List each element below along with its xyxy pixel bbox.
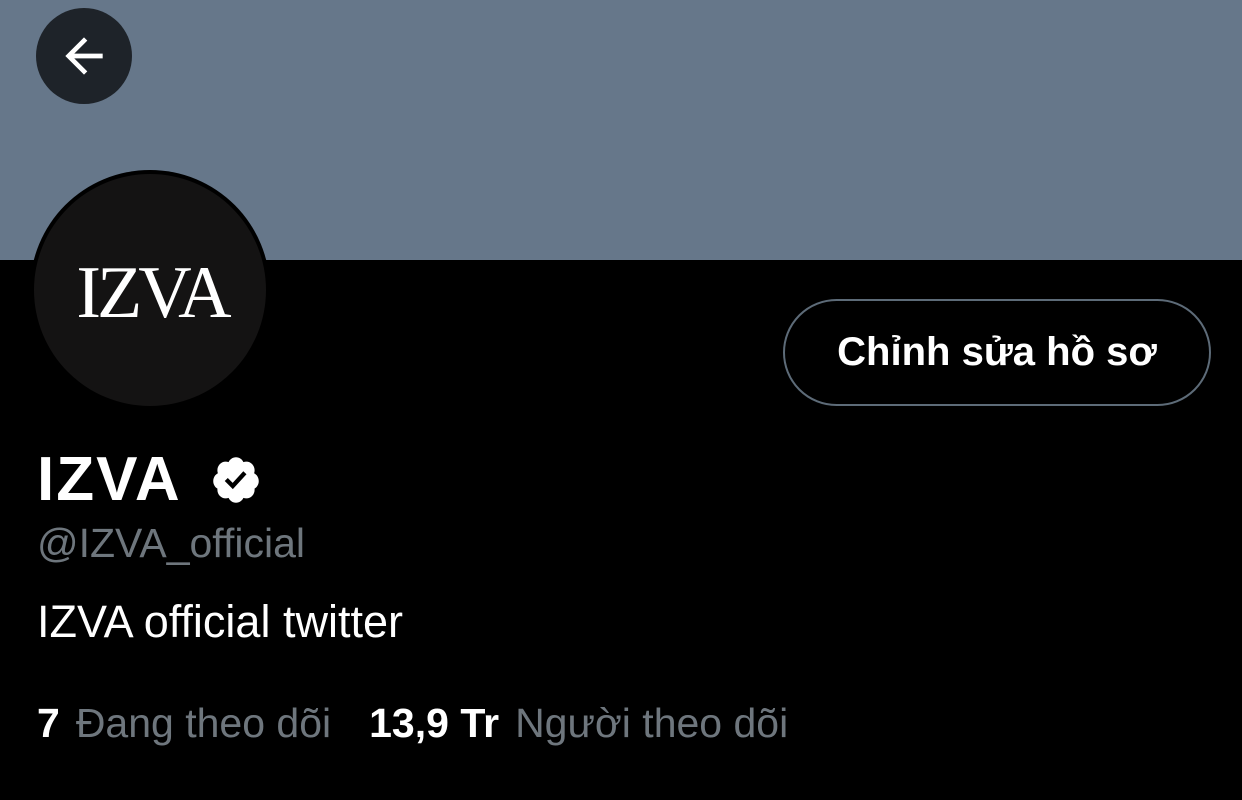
- profile-handle: @IZVA_official: [37, 520, 305, 566]
- following-label: Đang theo dõi: [75, 700, 332, 746]
- arrow-left-icon: [65, 37, 103, 75]
- profile-bio: IZVA official twitter: [37, 596, 403, 647]
- followers-link[interactable]: 13,9 Tr Người theo dõi: [369, 697, 788, 749]
- avatar[interactable]: IZVA: [30, 170, 270, 410]
- profile-page: IZVA Chỉnh sửa hồ sơ IZVA @IZVA_official…: [0, 0, 1242, 800]
- name-row: IZVA: [37, 444, 262, 516]
- edit-profile-button[interactable]: Chỉnh sửa hồ sơ: [783, 299, 1211, 406]
- verified-badge-icon[interactable]: [210, 454, 262, 506]
- followers-label: Người theo dõi: [515, 700, 789, 746]
- avatar-logo: IZVA: [76, 252, 231, 334]
- display-name: IZVA: [37, 445, 182, 514]
- back-button[interactable]: [36, 8, 132, 104]
- following-count: 7: [37, 700, 60, 746]
- profile-stats: 7 Đang theo dõi 13,9 Tr Người theo dõi: [37, 697, 788, 749]
- avatar-image: IZVA: [34, 174, 266, 406]
- followers-count: 13,9 Tr: [369, 700, 500, 746]
- following-link[interactable]: 7 Đang theo dõi: [37, 697, 331, 749]
